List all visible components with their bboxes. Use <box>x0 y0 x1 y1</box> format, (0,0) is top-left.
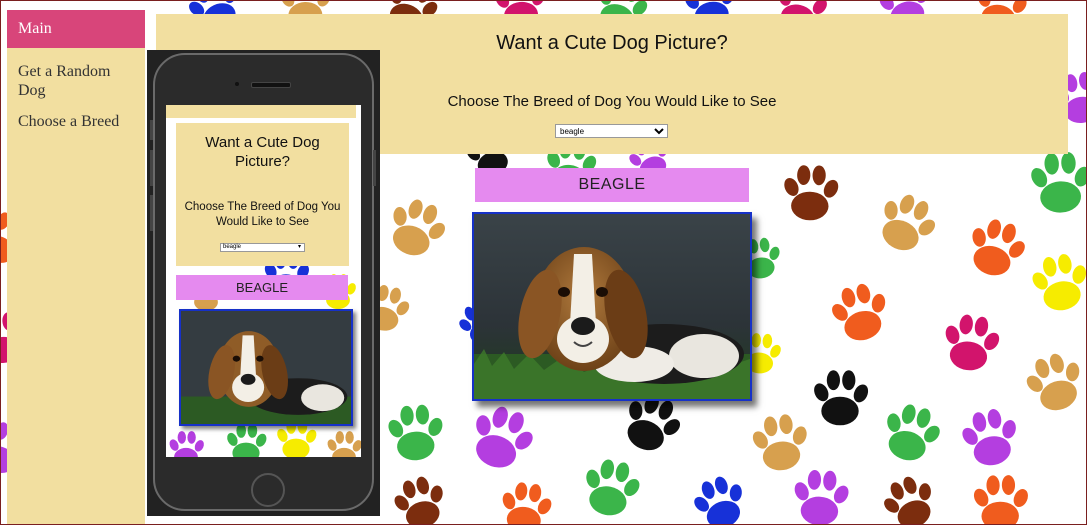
mobile-breed-select[interactable]: beagle ▾ <box>220 243 305 252</box>
paw-print-icon <box>970 474 1032 525</box>
phone-power-button <box>373 150 376 186</box>
paw-print-icon <box>1027 150 1087 215</box>
breed-select[interactable]: beagle <box>555 124 668 138</box>
paw-print-icon <box>875 468 945 525</box>
mobile-breed-label: BEAGLE <box>176 275 348 300</box>
phone-volume-down <box>150 195 153 231</box>
paw-print-icon <box>379 192 455 265</box>
mobile-breed-prompt: Choose The Breed of Dog You Would Like t… <box>184 201 341 228</box>
sidebar-item-random-dog[interactable]: Get a Random Dog <box>7 62 145 100</box>
paw-print-icon <box>387 471 454 525</box>
paw-print-icon <box>938 311 1005 375</box>
paw-print-icon <box>577 455 646 521</box>
paw-print-icon <box>747 411 815 475</box>
paw-print-icon <box>461 399 543 478</box>
phone-home-button <box>251 473 285 507</box>
mobile-header-panel: Want a Cute Dog Picture? Choose The Bree… <box>176 123 349 266</box>
mobile-dog-photo <box>179 309 353 426</box>
paw-print-icon <box>790 468 853 525</box>
paw-print-icon <box>960 213 1033 283</box>
paw-print-icon <box>868 186 946 261</box>
dog-photo <box>472 212 752 401</box>
paw-print-icon <box>1018 346 1087 419</box>
phone-speaker-icon <box>251 82 291 88</box>
paw-print-icon <box>1026 249 1087 316</box>
phone-screen: Want a Cute Dog Picture? Choose The Bree… <box>166 105 361 457</box>
mobile-page-title: Want a Cute Dog Picture? <box>205 134 320 170</box>
paw-print-icon <box>811 370 871 426</box>
paw-print-icon <box>686 470 755 525</box>
paw-print-icon <box>875 398 948 468</box>
dropdown-arrow-icon: ▾ <box>297 244 301 250</box>
mobile-breed-select-value: beagle <box>223 244 242 250</box>
phone-volume-up <box>150 150 153 186</box>
sidebar-item-choose-breed[interactable]: Choose a Breed <box>7 112 145 131</box>
mobile-top-strip <box>166 105 356 118</box>
paw-print-icon <box>780 164 842 221</box>
sidebar-item-main[interactable]: Main <box>7 10 145 48</box>
paw-print-icon <box>496 480 557 525</box>
sidebar: Main Get a Random Dog Choose a Breed <box>7 10 145 525</box>
breed-label: BEAGLE <box>475 168 749 202</box>
phone-camera-icon <box>235 82 239 86</box>
paw-print-icon <box>384 403 448 463</box>
paw-print-icon <box>955 404 1026 471</box>
paw-print-icon <box>824 278 897 347</box>
phone-mute-switch <box>150 120 153 140</box>
mobile-preview: Want a Cute Dog Picture? Choose The Bree… <box>147 50 380 516</box>
